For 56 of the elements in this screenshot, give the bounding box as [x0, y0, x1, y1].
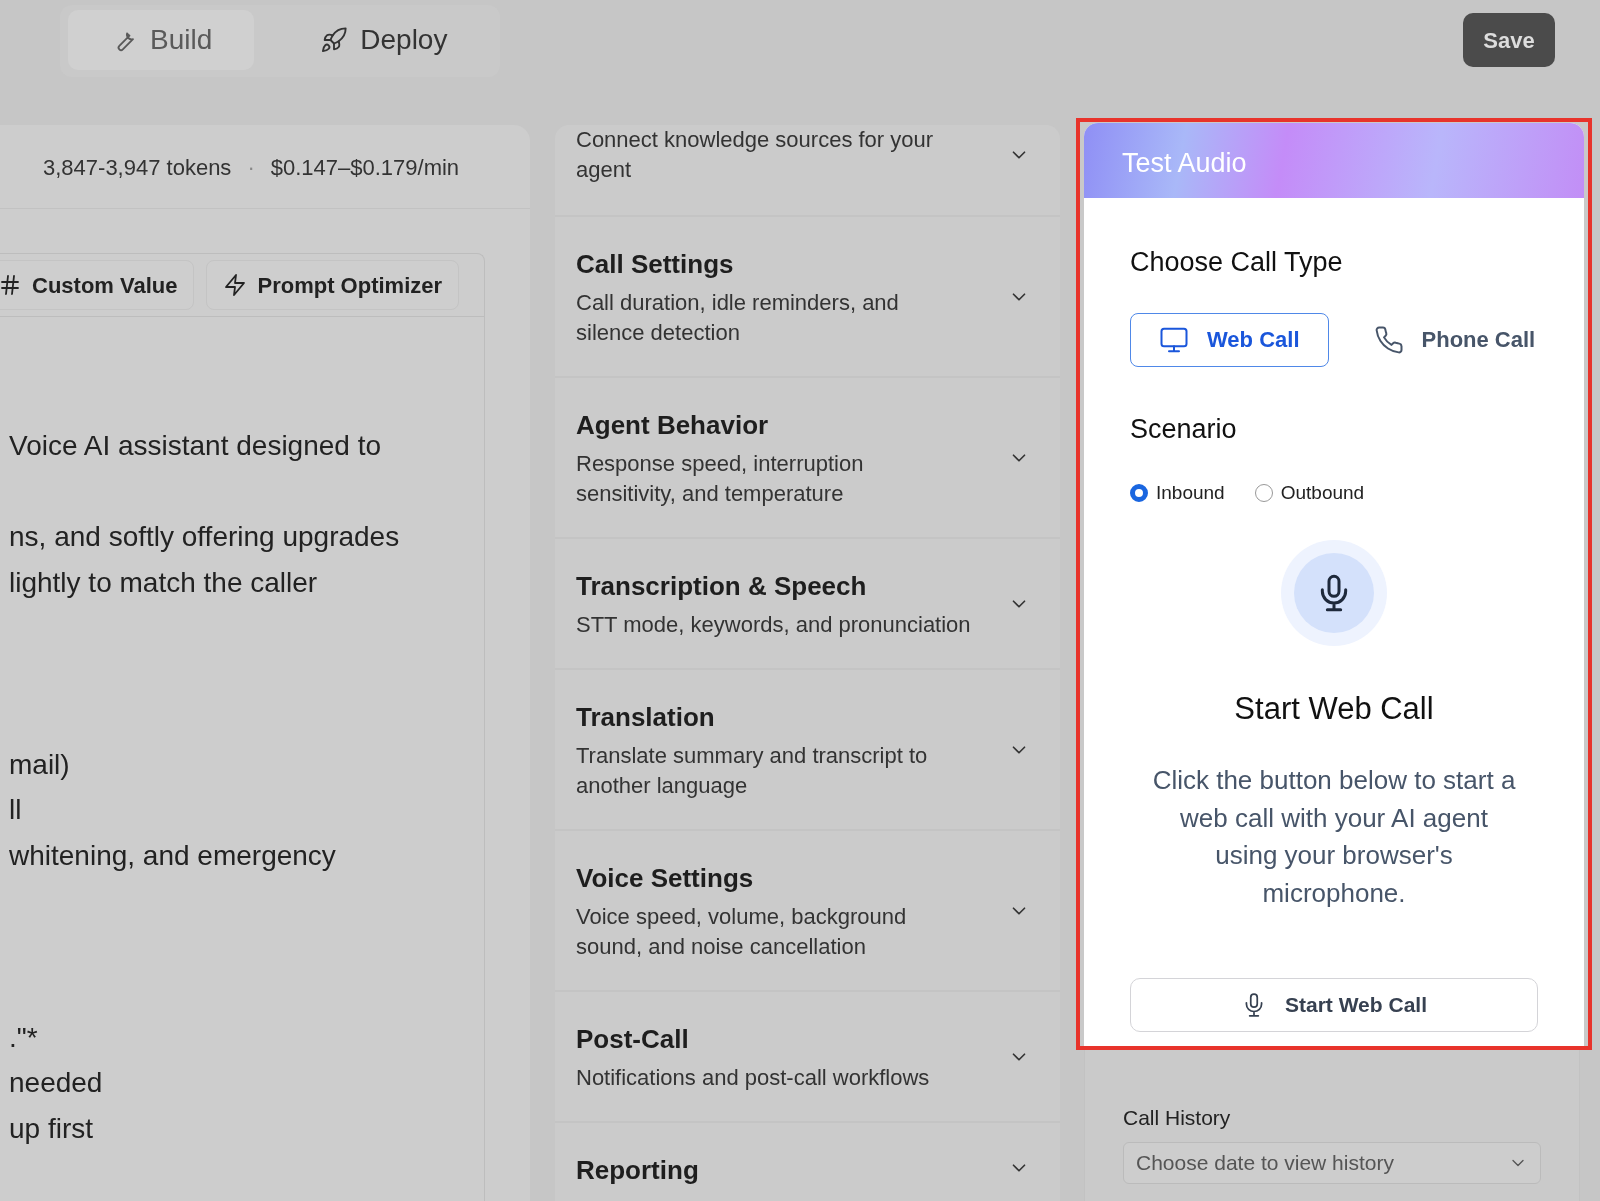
separator: ·: [247, 154, 255, 182]
prompt-text-line: up first: [9, 1111, 94, 1146]
field-label: Call History: [1123, 1105, 1232, 1131]
settings-section[interactable]: Transcription & Speech STT mode, keywords, and pronunciation: [555, 539, 1060, 670]
token-count: 3,847-3,947 tokens: [43, 154, 232, 182]
radio-button[interactable]: [1254, 484, 1273, 503]
settings-section[interactable]: Post-Call Notifications and post-call workflows: [555, 992, 1060, 1123]
toolbar-button[interactable]: Custom Value: [0, 260, 195, 310]
prompt-text-line: whitening, and emergency: [9, 838, 336, 873]
radio-label: Inbound: [1156, 481, 1225, 505]
prompt-text-line: needed: [9, 1066, 103, 1100]
section-title: Transcription & Speech: [576, 570, 868, 603]
section-title: Post-Call: [576, 1023, 690, 1056]
hash-icon: [0, 273, 22, 297]
section-description: Response speed, interruption sensitivity, and temperature: [576, 450, 865, 508]
section-label: Scenario: [1130, 412, 1238, 446]
tab[interactable]: Build: [68, 10, 255, 70]
tab[interactable]: Deploy: [278, 10, 490, 70]
phone-icon: [1373, 324, 1404, 355]
prompt-text-line: ll: [9, 793, 22, 827]
section-description: Translate summary and transcript to another language: [576, 742, 929, 800]
section-description: Call duration, idle reminders, and silence detection: [576, 289, 900, 347]
settings-section[interactable]: Connect knowledge sources for your agent: [555, 125, 1060, 217]
rocket-icon: [320, 26, 349, 54]
lightning-icon: [223, 273, 248, 297]
call-heading: Start Web Call: [1233, 689, 1435, 728]
save-button[interactable]: Save: [1463, 13, 1555, 67]
prompt-text-line: mail): [9, 747, 70, 782]
call-instructions: Click the button below to start a web call with your AI agent using your browser's microphone.: [1151, 764, 1517, 910]
settings-section[interactable]: Reporting: [555, 1123, 1060, 1201]
date-select[interactable]: Choose date to view history: [1123, 1141, 1541, 1184]
radio-button[interactable]: [1130, 484, 1148, 503]
prompt-text-line: Voice AI assistant designed to: [9, 429, 382, 463]
card-title: Test Audio: [1122, 148, 1247, 178]
prompt-text-line: ."*: [9, 1020, 38, 1055]
section-title: Reporting: [576, 1154, 700, 1187]
prompt-text-line: ns, and softly offering upgrades: [9, 520, 400, 554]
section-description: Notifications and post-call workflows: [576, 1064, 931, 1092]
section-description: Voice speed, volume, background sound, and noise cancellation: [576, 903, 908, 961]
radio-label: Outbound: [1280, 481, 1365, 505]
section-label: Choose Call Type: [1130, 246, 1344, 279]
settings-section[interactable]: Call Settings Call duration, idle reminders, and silence detection: [555, 217, 1060, 378]
call-type-tab[interactable]: Web Call: [1130, 312, 1329, 367]
section-title: Agent Behavior: [576, 409, 770, 442]
section-title: Call Settings: [576, 248, 735, 281]
toolbar-button[interactable]: Prompt Optimizer: [206, 260, 460, 310]
section-description: Connect knowledge sources for your agent: [576, 126, 935, 184]
prompt-text-line: lightly to match the caller: [9, 565, 318, 600]
section-description: STT mode, keywords, and pronunciation: [576, 611, 972, 639]
section-title: Translation: [576, 701, 716, 734]
settings-section[interactable]: Translation Translate summary and transcript to another language: [555, 670, 1060, 831]
settings-section[interactable]: Agent Behavior Response speed, interruption sensitivity, and temperature: [555, 378, 1060, 539]
cost-rate: $0.147–$0.179/min: [270, 154, 460, 182]
start-call-button[interactable]: Start Web Call: [1130, 978, 1538, 1032]
section-title: Voice Settings: [576, 862, 755, 895]
settings-section[interactable]: Voice Settings Voice speed, volume, background sound, and noise cancellation: [555, 831, 1060, 992]
